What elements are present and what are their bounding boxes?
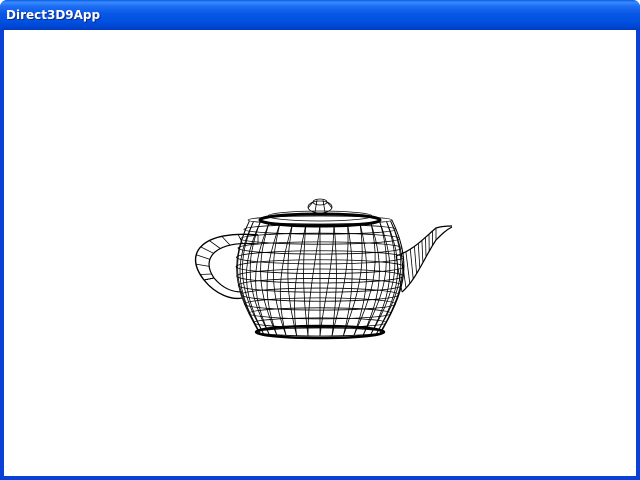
- teapot-handle-wire: [221, 236, 231, 246]
- teapot-wireframe: [194, 198, 453, 340]
- teapot-handle-wire: [200, 273, 212, 275]
- teapot-handle-wire: [209, 240, 221, 249]
- teapot-knob-lines: [307, 199, 333, 213]
- render-surface[interactable]: [4, 30, 636, 476]
- teapot-spout-top: [395, 225, 453, 257]
- teapot-spout-wire: [421, 240, 424, 263]
- teapot-handle-wire: [196, 254, 211, 260]
- teapot-spout-wire: [425, 237, 427, 257]
- teapot-handle-inner: [208, 242, 259, 293]
- teapot-handle-wire: [195, 263, 210, 267]
- teapot-spout-wire: [414, 246, 417, 274]
- teapot-handle-wire: [200, 246, 214, 254]
- teapot-spout-wire: [409, 249, 414, 279]
- title-bar[interactable]: Direct3D9App: [0, 0, 640, 30]
- client-area[interactable]: [4, 30, 636, 476]
- teapot-diagonal: [370, 221, 396, 335]
- teapot-spout-wire: [417, 243, 421, 269]
- app-window: Direct3D9App: [0, 0, 640, 480]
- teapot-handle-wire: [203, 277, 215, 281]
- window-title: Direct3D9App: [6, 8, 101, 22]
- teapot-spout-wire: [405, 251, 411, 284]
- teapot-knob-top: [312, 198, 328, 206]
